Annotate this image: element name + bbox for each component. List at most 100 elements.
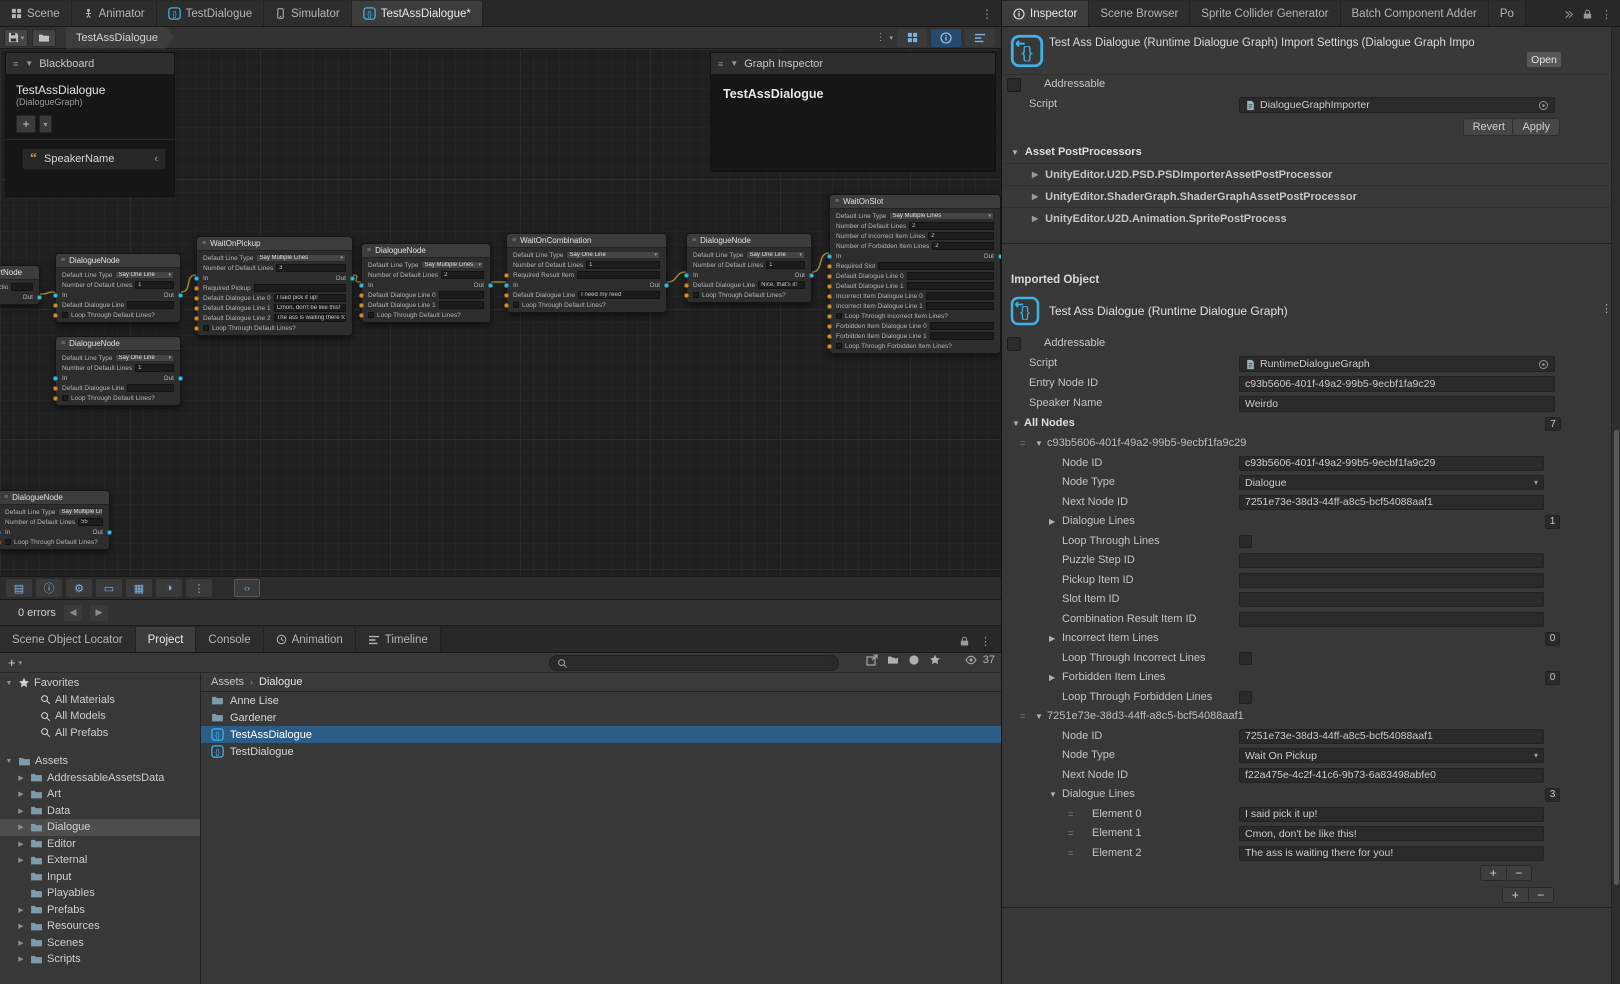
contrast-toggle-button[interactable]: ◑ <box>156 579 182 597</box>
string-port-icon[interactable] <box>827 274 832 279</box>
apply-button[interactable]: Apply <box>1512 118 1560 136</box>
inspector-tab-inspector[interactable]: Inspector <box>1002 1 1089 26</box>
output-port-icon[interactable] <box>178 293 183 298</box>
save-graph-button[interactable]: ▾ <box>4 29 28 47</box>
info-button[interactable] <box>931 29 961 47</box>
window-tab-simulator[interactable]: Simulator <box>264 1 352 26</box>
node-text-field[interactable] <box>127 301 174 309</box>
node-title-bar[interactable]: ≡DialogueNode <box>687 234 811 248</box>
foldout-arrow-icon[interactable]: ▼ <box>1035 439 1043 448</box>
string-port-icon[interactable] <box>53 313 58 318</box>
tree-folder-prefabs[interactable]: ▶Prefabs <box>0 902 200 919</box>
node-title-bar[interactable]: ≡DialogueNode <box>0 491 109 505</box>
string-port-icon[interactable] <box>53 386 58 391</box>
node-checkbox[interactable] <box>513 302 519 308</box>
string-port-icon[interactable] <box>194 286 199 291</box>
tree-assets-root[interactable]: ▼Assets <box>0 753 200 770</box>
text-field[interactable] <box>1239 612 1544 627</box>
blackboard-panel[interactable]: ≡ ▼ Blackboard TestAssDialogue (Dialogue… <box>5 52 175 197</box>
inspector-tab-sprite-collider-generator[interactable]: Sprite Collider Generator <box>1190 1 1340 26</box>
graph-node-dialoguenode[interactable]: ≡DialogueNodeDefault Line TypeSay One Li… <box>55 336 181 406</box>
graph-node-rtnode[interactable]: ≡rtNodenectionsInOut <box>0 265 40 305</box>
foldout-arrow-icon[interactable]: ▼ <box>1035 712 1043 721</box>
string-port-icon[interactable] <box>827 284 832 289</box>
drag-handle-icon[interactable]: = <box>1020 711 1024 721</box>
node-title-bar[interactable]: ≡WaitOnPickup <box>197 237 352 251</box>
array-size-field[interactable]: 1 <box>1545 515 1560 529</box>
node-title-bar[interactable]: ≡rtNode <box>0 266 39 280</box>
input-port-icon[interactable] <box>53 293 58 298</box>
node-text-field[interactable] <box>930 322 994 330</box>
foldout-arrow-icon[interactable]: ▶ <box>1049 517 1055 526</box>
node-text-field[interactable] <box>926 302 994 310</box>
foldout-arrow-icon[interactable]: ▼ <box>4 680 14 687</box>
node-text-field[interactable]: The ass is waiting there for you! <box>274 314 346 322</box>
array-size-field[interactable]: 0 <box>1545 671 1560 685</box>
element-text-field[interactable]: Cmon, don't be like this! <box>1239 826 1544 841</box>
node-text-field[interactable]: 2 <box>909 222 994 230</box>
hidden-items-toggle[interactable]: 37 <box>964 654 995 666</box>
text-field[interactable] <box>1239 573 1544 588</box>
node-text-field[interactable]: 2 <box>928 232 994 240</box>
output-port-icon[interactable] <box>809 273 814 278</box>
blackboard-header[interactable]: ≡ ▼ Blackboard <box>6 53 174 75</box>
tree-favorite-item[interactable]: All Materials <box>0 692 200 709</box>
graph-node-dialoguenode[interactable]: ≡DialogueNodeDefault Line TypeSay One Li… <box>686 233 812 303</box>
minimap-button[interactable] <box>897 29 927 47</box>
next-error-button[interactable]: ▶ <box>90 605 108 621</box>
drag-handle-icon[interactable]: = <box>1068 809 1072 819</box>
string-port-icon[interactable] <box>827 314 832 319</box>
string-port-icon[interactable] <box>53 396 58 401</box>
panel-tab-scene-object-locator[interactable]: Scene Object Locator <box>0 627 136 652</box>
tree-folder-playables[interactable]: Playables <box>0 885 200 902</box>
add-property-button[interactable]: + <box>16 115 36 133</box>
property-label[interactable]: Forbidden Item Lines <box>1062 671 1165 683</box>
node-text-field[interactable] <box>907 272 994 280</box>
file-row-gardener[interactable]: Gardener <box>201 709 1001 726</box>
input-port-icon[interactable] <box>53 376 58 381</box>
string-port-icon[interactable] <box>194 306 199 311</box>
property-label[interactable]: c93b5606-401f-49a2-99b5-9ecbf1fa9c29 <box>1047 437 1246 449</box>
string-port-icon[interactable] <box>827 334 832 339</box>
window-tab-testassdialogue-[interactable]: {}TestAssDialogue* <box>352 1 483 26</box>
text-field[interactable]: f22a475e-4c2f-41c6-9b73-6a83498abfe0 <box>1239 768 1544 783</box>
output-port-icon[interactable] <box>107 530 112 535</box>
graph-node-dialoguenode[interactable]: ≡DialogueNodeDefault Line TypeSay Multip… <box>361 243 491 323</box>
tree-folder-scenes[interactable]: ▶Scenes <box>0 935 200 952</box>
inspector-scrollbar[interactable] <box>1611 27 1620 984</box>
code-view-button[interactable]: ‹› <box>234 579 260 597</box>
grid-toggle-button[interactable]: ▦ <box>126 579 152 597</box>
string-port-icon[interactable] <box>504 303 509 308</box>
project-search-input[interactable] <box>549 655 839 671</box>
load-graph-button[interactable] <box>32 29 56 47</box>
foldout-arrow-icon[interactable]: ▶ <box>16 823 26 831</box>
panel-tab-console[interactable]: Console <box>196 627 263 652</box>
breadcrumb-current[interactable]: Dialogue <box>259 676 302 688</box>
postprocessor-item[interactable]: ▶UnityEditor.U2D.Animation.SpritePostPro… <box>1002 207 1620 229</box>
script-object-field[interactable]: RuntimeDialogueGraph <box>1239 356 1555 372</box>
create-folder-icon[interactable] <box>887 654 899 666</box>
tree-favorites[interactable]: ▼Favorites <box>0 675 200 692</box>
foldout-arrow-icon[interactable]: ▶ <box>16 790 26 798</box>
foldout-arrow-icon[interactable]: ▶ <box>1049 634 1055 643</box>
addressable-checkbox[interactable] <box>1007 337 1021 351</box>
output-port-icon[interactable] <box>178 376 183 381</box>
node-title-bar[interactable]: ≡WaitOnCombination <box>507 234 666 248</box>
node-text-field[interactable]: 1 <box>135 281 174 289</box>
string-port-icon[interactable] <box>359 313 364 318</box>
collapse-arrow-icon[interactable]: ▼ <box>730 59 738 68</box>
foldout-arrow-icon[interactable]: ▶ <box>16 906 26 914</box>
element-text-field[interactable]: I said pick it up! <box>1239 807 1544 822</box>
foldout-arrow-icon[interactable]: ▶ <box>16 955 26 963</box>
node-checkbox[interactable] <box>836 313 842 319</box>
file-row-anne-lise[interactable]: Anne Lise <box>201 692 1001 709</box>
node-text-field[interactable]: I need my reed <box>578 291 660 299</box>
node-dropdown[interactable]: Say One Line▾ <box>115 271 174 279</box>
node-text-field[interactable]: Cmon, don't be like this! <box>274 304 346 312</box>
tree-folder-input[interactable]: Input <box>0 869 200 886</box>
graph-canvas[interactable]: ≡ ▼ Blackboard TestAssDialogue (Dialogue… <box>0 49 1001 576</box>
remove-element-button[interactable]: − <box>1507 866 1532 880</box>
drag-handle-icon[interactable]: = <box>1068 848 1072 858</box>
foldout-arrow-icon[interactable]: ▼ <box>1049 790 1057 799</box>
string-port-icon[interactable] <box>504 293 509 298</box>
